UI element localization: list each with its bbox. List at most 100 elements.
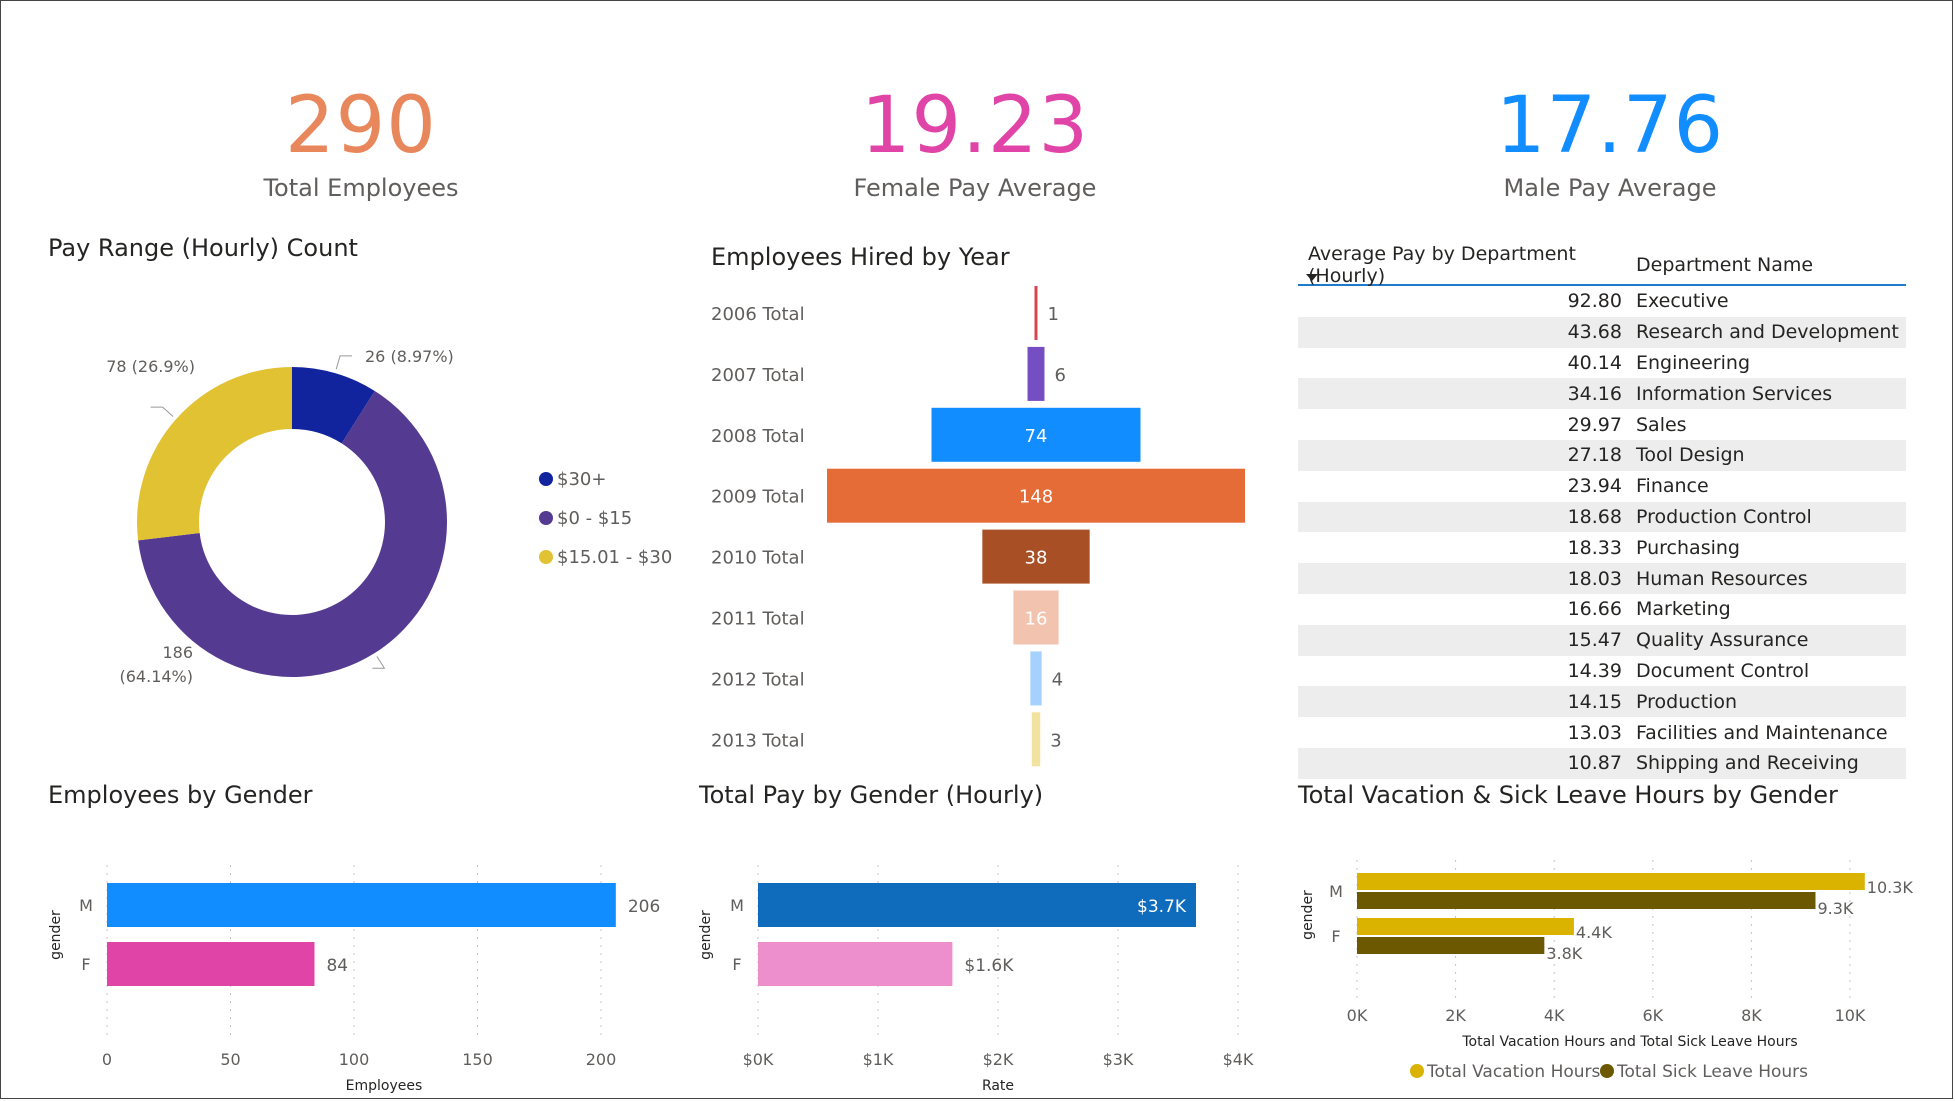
cell-department-name: Production [1636, 690, 1738, 713]
donut-data-label: 78 (26.9%) [106, 357, 195, 376]
bar[interactable] [107, 942, 315, 986]
bar-data-label: 3.8K [1546, 944, 1582, 963]
table-row[interactable]: 13.03 Facilities and Maintenance [1298, 717, 1906, 748]
leave-hours-bar-chart[interactable]: 0K 2K 4K 6K 8K 10K Total Vacation Hours and To… [1290, 820, 1955, 1101]
table-row[interactable]: 18.03 Human Resources [1298, 563, 1906, 594]
donut-data-label: 186 [162, 643, 193, 662]
cell-department-name: Facilities and Maintenance [1636, 721, 1888, 744]
x-tick-label: $4K [1223, 1050, 1254, 1069]
table-row[interactable]: 92.80 Executive [1298, 286, 1906, 317]
kpi-label: Male Pay Average [1503, 174, 1717, 202]
funnel-category-label: 2011 Total [711, 609, 805, 630]
legend-label[interactable]: $0 - $15 [557, 508, 632, 529]
cell-average-pay: 13.03 [1567, 721, 1622, 744]
table-row[interactable]: 27.18 Tool Design [1298, 439, 1906, 471]
legend-label[interactable]: $15.01 - $30 [557, 547, 672, 568]
column-header-department[interactable]: Department Name [1636, 254, 1906, 276]
leader-line [372, 656, 386, 669]
legend-label[interactable]: Total Vacation Hours [1426, 1062, 1601, 1082]
funnel-category-label: 2012 Total [711, 669, 805, 690]
table-row[interactable]: 15.47 Quality Assurance [1298, 624, 1906, 656]
table-row[interactable]: 23.94 Finance [1298, 471, 1906, 502]
bar[interactable] [1357, 918, 1574, 935]
cell-department-name: Quality Assurance [1636, 629, 1809, 652]
cell-average-pay: 18.33 [1567, 536, 1622, 559]
cell-average-pay: 43.68 [1567, 321, 1622, 344]
legend-marker[interactable] [539, 550, 553, 564]
x-tick-label: 8K [1741, 1006, 1762, 1025]
table-header: Average Pay by Department (Hourly) Depar… [1298, 243, 1906, 287]
legend-marker[interactable] [1410, 1064, 1424, 1078]
cell-average-pay: 14.39 [1567, 659, 1622, 682]
pay-range-donut-chart[interactable]: 26 (8.97%) 78 (26.9%) 186 (64.14%) $30+ $0 - … [0, 270, 700, 740]
legend-marker[interactable] [1600, 1064, 1614, 1078]
bar[interactable] [1357, 892, 1816, 909]
bar[interactable] [758, 942, 953, 986]
bar[interactable] [758, 883, 1196, 927]
x-tick-label: 10K [1835, 1006, 1866, 1025]
kpi-total-employees[interactable]: 290 Total Employees [111, 86, 611, 202]
cell-department-name: Sales [1636, 413, 1687, 436]
funnel-data-label: 16 [1025, 609, 1048, 630]
legend-marker[interactable] [539, 472, 553, 486]
table-row[interactable]: 29.97 Sales [1298, 409, 1906, 440]
bar-data-label: 206 [628, 897, 660, 917]
table-row[interactable]: 43.68 Research and Development [1298, 316, 1906, 348]
legend-marker[interactable] [539, 511, 553, 525]
legend-label[interactable]: Total Sick Leave Hours [1616, 1062, 1808, 1082]
kpi-value: 290 [285, 81, 437, 171]
kpi-label: Female Pay Average [853, 174, 1097, 202]
bar-data-label: 10.3K [1867, 878, 1914, 897]
pay-chart-title: Total Pay by Gender (Hourly) [699, 781, 1044, 809]
leave-chart-title: Total Vacation & Sick Leave Hours by Gen… [1298, 781, 1838, 809]
x-tick-label: 0K [1347, 1006, 1368, 1025]
table-row[interactable]: 16.66 Marketing [1298, 594, 1906, 625]
kpi-female-pay-average[interactable]: 19.23 Female Pay Average [725, 86, 1225, 202]
table-row[interactable]: 10.87 Shipping and Receiving [1298, 747, 1906, 779]
funnel-category-label: 2010 Total [711, 548, 805, 569]
x-tick-label: $0K [743, 1050, 774, 1069]
kpi-male-pay-average[interactable]: 17.76 Male Pay Average [1360, 86, 1860, 202]
x-tick-label: 200 [586, 1050, 617, 1069]
bar[interactable] [1357, 873, 1865, 890]
cell-department-name: Tool Design [1636, 444, 1745, 467]
cell-department-name: Research and Development [1636, 321, 1899, 344]
cell-department-name: Executive [1636, 290, 1729, 313]
cell-average-pay: 16.66 [1567, 598, 1622, 621]
y-category-label: M [730, 896, 744, 915]
y-category-label: M [1329, 882, 1343, 901]
funnel-bar[interactable] [1034, 286, 1038, 340]
department-pay-table[interactable]: Average Pay by Department (Hourly) Depar… [1298, 243, 1906, 779]
cell-average-pay: 34.16 [1567, 382, 1622, 405]
cell-department-name: Production Control [1636, 505, 1812, 528]
cell-average-pay: 92.80 [1567, 290, 1622, 313]
hired-by-year-funnel-chart[interactable]: 2006 Total 1 2007 Total 6 2008 Total 74 2009 T… [700, 270, 1260, 770]
legend-label[interactable]: $30+ [557, 469, 606, 490]
donut-slice[interactable] [136, 367, 292, 541]
cell-average-pay: 18.03 [1567, 567, 1622, 590]
leader-line [335, 355, 353, 370]
column-header-average-pay[interactable]: Average Pay by Department (Hourly) [1298, 243, 1636, 287]
funnel-bar[interactable] [1030, 651, 1042, 706]
table-row[interactable]: 14.15 Production [1298, 686, 1906, 718]
bar[interactable] [1357, 937, 1545, 954]
bar-data-label: 9.3K [1817, 899, 1853, 918]
sort-descending-icon[interactable] [1306, 274, 1318, 281]
table-row[interactable]: 18.33 Purchasing [1298, 532, 1906, 563]
cell-average-pay: 40.14 [1567, 351, 1622, 374]
y-category-label: F [1331, 927, 1340, 946]
employees-by-gender-bar-chart[interactable]: 0 50 100 150 200 Employees gender M 206 F 84 [0, 820, 680, 1101]
table-row[interactable]: 34.16 Information Services [1298, 378, 1906, 410]
x-tick-label: 4K [1544, 1006, 1565, 1025]
table-row[interactable]: 14.39 Document Control [1298, 656, 1906, 687]
table-row[interactable]: 18.68 Production Control [1298, 501, 1906, 533]
funnel-bar[interactable] [1031, 712, 1041, 767]
cell-department-name: Engineering [1636, 351, 1750, 374]
bar[interactable] [107, 883, 616, 927]
gender-chart-title: Employees by Gender [48, 781, 313, 809]
funnel-bar[interactable] [1027, 346, 1045, 401]
cell-department-name: Document Control [1636, 659, 1810, 682]
pay-by-gender-bar-chart[interactable]: $0K $1K $2K $3K $4K Rate gender M $3.7K F $1.6K [680, 820, 1290, 1101]
y-category-label: F [81, 955, 90, 974]
table-row[interactable]: 40.14 Engineering [1298, 348, 1906, 379]
